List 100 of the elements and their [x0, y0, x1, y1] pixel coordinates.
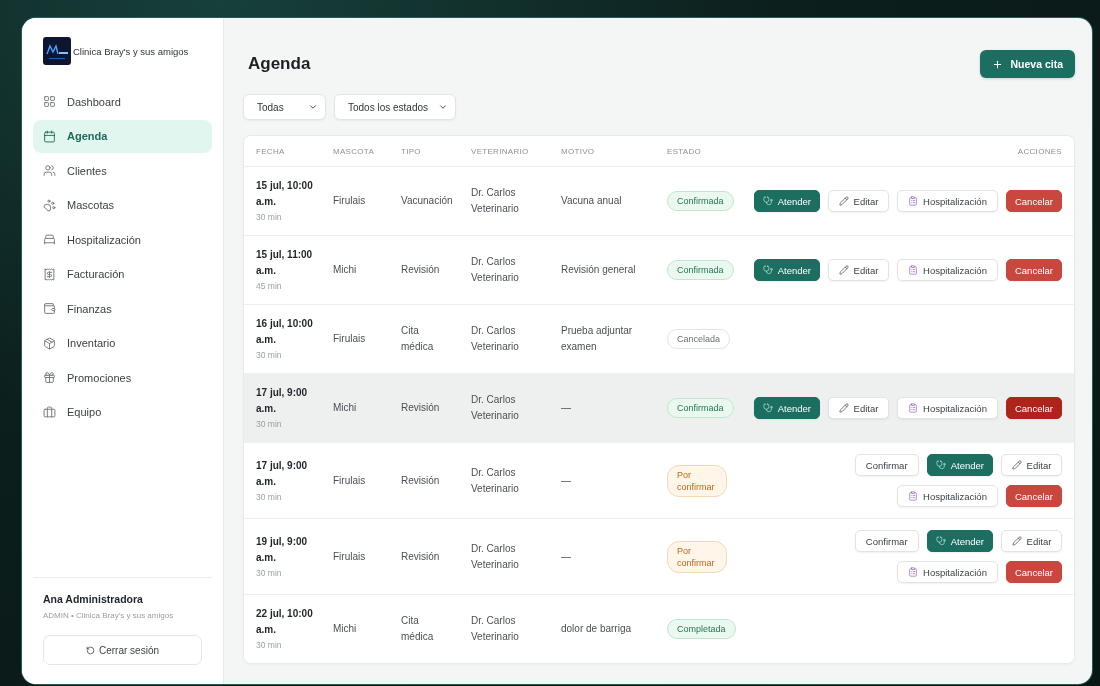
vet-name: Dr. Carlos Veterinario [471, 255, 520, 285]
stethoscope-icon [935, 460, 946, 470]
clipboard-icon [908, 265, 918, 275]
edit-button[interactable]: Editar [827, 397, 889, 419]
reason-text: dolor de barriga [561, 622, 632, 636]
pet-name: Firulais [333, 473, 366, 488]
nav-item[interactable]: Mascotas [33, 188, 212, 222]
pencil-icon [1011, 460, 1022, 470]
clipboard-icon [908, 196, 918, 206]
nav-item[interactable]: Dashboard [33, 85, 212, 118]
clipboard-icon [908, 403, 918, 413]
user-role: ADMIN • Clinica Bray's y sus amigos [43, 610, 175, 622]
vet-name: Dr. Carlos Veterinario [471, 186, 520, 216]
appointment-date: 22 jul, 10:00 a.m. [256, 607, 314, 637]
pet-name: Firulais [333, 549, 366, 564]
status-badge: Confirmada [667, 398, 734, 418]
edit-button[interactable]: Editar [827, 190, 889, 212]
wallet-icon [43, 302, 56, 315]
column-header: VETERINARIO [471, 146, 529, 156]
status-badge: Confirmada [667, 191, 734, 211]
attend-button[interactable]: Atender [753, 397, 820, 419]
nav-item[interactable]: Promociones [33, 361, 212, 394]
attend-button[interactable]: Atender [753, 190, 820, 212]
status-badge: Confirmada [667, 260, 734, 280]
clipboard-icon [908, 567, 918, 577]
nav-item[interactable]: Hospitalización [33, 223, 212, 256]
cancel-button[interactable]: Cancelar [1005, 561, 1062, 583]
status-badge: Por confirmar [667, 540, 727, 573]
package-icon [43, 336, 56, 350]
gift-icon [43, 371, 56, 384]
nav-item[interactable]: Equipo [33, 395, 212, 429]
appointment-duration: 30 min [256, 418, 282, 431]
hospitalize-button[interactable]: Hospitalización [896, 485, 998, 507]
hospitalize-button[interactable]: Hospitalización [896, 561, 998, 583]
clipboard-icon [908, 491, 918, 501]
vet-name: Dr. Carlos Veterinario [471, 614, 520, 644]
appointment-type: Revisión [401, 263, 440, 277]
hospitalize-button[interactable]: Hospitalización [896, 190, 998, 212]
attend-button[interactable]: Atender [926, 454, 993, 476]
appointment-type: Revisión [401, 401, 440, 415]
vet-name: Dr. Carlos Veterinario [471, 393, 520, 423]
edit-button[interactable]: Editar [1001, 530, 1062, 552]
edit-button[interactable]: Editar [1001, 454, 1062, 476]
appointment-type: Cita médica [401, 614, 434, 644]
chevron-down-icon [438, 102, 449, 112]
column-header: ESTADO [667, 146, 702, 156]
status-badge: Completada [667, 619, 736, 639]
filter-dropdown[interactable]: Todas [243, 94, 326, 120]
appointment-date: 15 jul, 11:00 a.m. [256, 248, 314, 278]
cancel-button[interactable]: Cancelar [1005, 397, 1062, 419]
bed-icon [43, 233, 56, 246]
appointment-duration: 30 min [256, 211, 282, 224]
appointment-type: Vacunación [401, 194, 453, 208]
reason-text: — [561, 401, 571, 415]
appointment-duration: 30 min [256, 566, 282, 580]
grid-icon [43, 95, 56, 108]
pet-name: Michi [333, 401, 357, 415]
column-header: MASCOTA [333, 146, 375, 156]
paw-icon [43, 198, 56, 212]
nav-item[interactable]: Finanzas [33, 292, 212, 325]
confirm-button[interactable]: Confirmar [854, 530, 919, 552]
appointment-date: 16 jul, 10:00 a.m. [256, 317, 314, 347]
cancel-button[interactable]: Cancelar [1005, 259, 1062, 281]
clinic-name: Clinica Bray's y sus amigos [73, 45, 189, 57]
appointment-date: 15 jul, 10:00 a.m. [256, 179, 314, 209]
briefcase-icon [43, 405, 56, 419]
hospitalize-button[interactable]: Hospitalización [896, 259, 998, 281]
appointment-duration: 30 min [256, 490, 282, 504]
column-header: ACCIONES [1017, 146, 1062, 156]
hospitalize-button[interactable]: Hospitalización [896, 397, 998, 419]
cancel-button[interactable]: Cancelar [1005, 190, 1062, 212]
appointment-type: Revisión [401, 549, 440, 564]
pencil-icon [838, 196, 849, 206]
nav-item[interactable]: Inventario [33, 326, 212, 360]
nav-item[interactable]: Clientes [33, 154, 212, 187]
column-header: MOTIVO [561, 146, 595, 156]
edit-button[interactable]: Editar [827, 259, 889, 281]
nav-item[interactable]: Agenda [33, 119, 212, 153]
attend-button[interactable]: Atender [753, 259, 820, 281]
vet-name: Dr. Carlos Veterinario [471, 324, 520, 354]
rotate-arrow-icon [86, 645, 95, 655]
vet-name: Dr. Carlos Veterinario [471, 541, 520, 572]
attend-button[interactable]: Atender [926, 530, 993, 552]
pet-name: Firulais [333, 194, 366, 208]
pet-name: Michi [333, 263, 357, 277]
confirm-button[interactable]: Confirmar [854, 454, 919, 476]
calendar-icon [43, 129, 56, 143]
filter-dropdown[interactable]: Todos los estados [334, 94, 457, 120]
reason-text: Prueba adjuntar examen [561, 324, 634, 354]
appointment-date: 19 jul, 9:00 a.m. [256, 534, 309, 565]
stethoscope-icon [935, 536, 946, 546]
appointment-type: Revisión [401, 473, 440, 488]
vet-name: Dr. Carlos Veterinario [471, 465, 520, 496]
pencil-icon [838, 403, 849, 413]
new-appointment-button[interactable]: Nueva cita [980, 50, 1075, 78]
nav-item[interactable]: Facturación [33, 257, 212, 291]
cancel-button[interactable]: Cancelar [1005, 485, 1062, 507]
logout-button[interactable]: Cerrar sesión [43, 635, 202, 665]
receipt-icon [43, 267, 56, 281]
page-title: Agenda [248, 54, 311, 74]
